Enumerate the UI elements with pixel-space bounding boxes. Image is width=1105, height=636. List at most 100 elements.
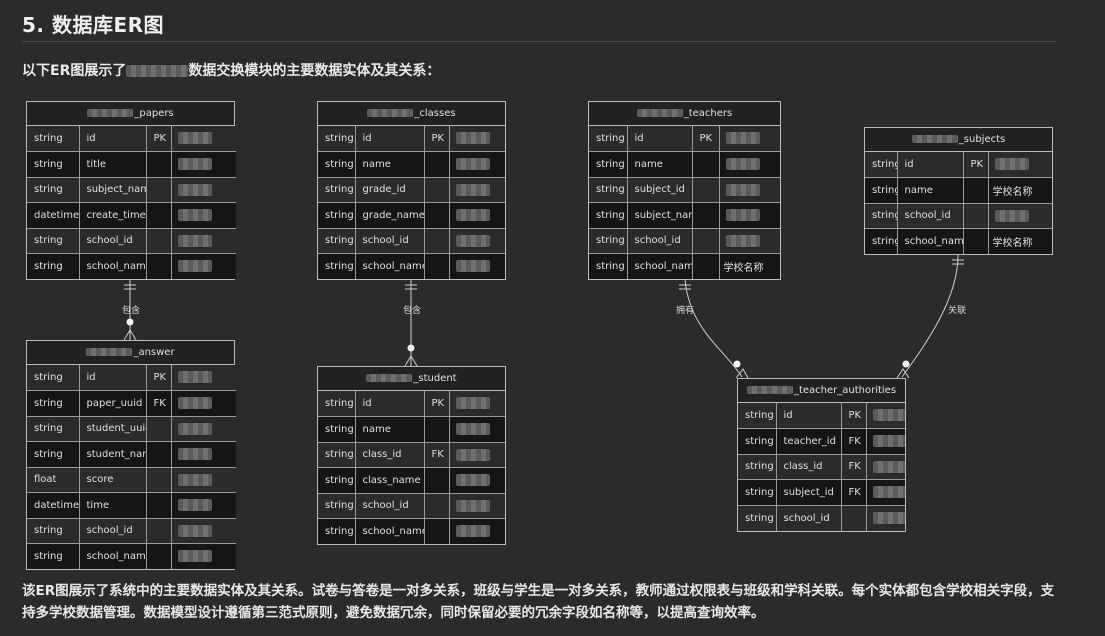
field-type: string: [27, 390, 80, 417]
entity-title: _answer: [27, 341, 234, 365]
redacted-text: [366, 374, 413, 382]
field-key: [692, 151, 720, 178]
redacted-text: [177, 499, 212, 511]
field-row: float score: [27, 467, 236, 493]
entity-name: _student: [413, 373, 457, 384]
field-key: [424, 253, 450, 279]
field-type: string: [27, 228, 80, 254]
redacted-text: [455, 397, 490, 409]
field-key: FK: [841, 454, 867, 480]
field-type: string: [738, 454, 777, 480]
field-comment: [449, 202, 505, 229]
entity-title: _papers: [27, 102, 234, 126]
relation-label: 包含: [122, 304, 140, 316]
redacted-text: [746, 386, 793, 394]
summary-text: 该ER图展示了系统中的主要数据实体及其关系。试卷与答卷是一对多关系，班级与学生是…: [22, 583, 1055, 621]
redacted-text: [455, 448, 490, 461]
redacted-text: [455, 158, 490, 170]
entity-answer[interactable]: _answer string id PK string paper_uuid FK strin…: [26, 340, 236, 570]
entity-fields: stringidPKstringname学校名称stringschool_ids…: [865, 152, 1052, 254]
entity-title: _teacher_authorities: [738, 379, 905, 403]
redacted-text: [872, 511, 905, 524]
field-comment: [171, 543, 236, 569]
field-row: stringschool_id: [318, 228, 505, 254]
field-type: string: [318, 253, 356, 279]
field-row: stringschool_id: [589, 228, 780, 254]
field-type: string: [318, 442, 356, 468]
redacted-text: [455, 260, 490, 272]
field-comment: [449, 228, 505, 254]
redacted-text: [455, 499, 490, 512]
field-comment: [719, 177, 780, 203]
field-comment: [449, 518, 505, 544]
field-type: string: [589, 177, 628, 203]
field-name: id: [355, 391, 425, 417]
field-key: [424, 177, 450, 203]
field-type: string: [27, 253, 80, 279]
field-row: stringidPK: [318, 391, 505, 417]
field-name: id: [627, 126, 693, 152]
relation-teachers-authorities: [679, 279, 749, 379]
field-row: stringschool_id: [738, 505, 905, 531]
field-key: PK: [963, 152, 989, 178]
entity-fields: stringidPKstringtitlestringsubject_named…: [27, 126, 236, 279]
field-comment: [449, 442, 505, 468]
field-key: [146, 416, 172, 442]
field-row: stringschool_name 学校名称: [865, 228, 1052, 254]
field-comment: [171, 390, 236, 417]
field-name: teacher_id: [776, 428, 842, 455]
field-comment: [171, 492, 236, 519]
field-row: stringidPK: [27, 126, 236, 152]
field-key: [424, 416, 450, 443]
field-name: subject_id: [776, 479, 842, 506]
redacted-text: [455, 183, 490, 196]
entity-teacher-authorities[interactable]: _teacher_authorities string id PK string teac…: [737, 378, 906, 532]
redacted-text: [455, 132, 490, 144]
field-key: FK: [841, 428, 867, 455]
field-name: school_name: [79, 253, 147, 279]
field-row: string subject_id: [589, 177, 780, 203]
field-row: stringschool_id: [27, 228, 236, 254]
field-key: [146, 151, 172, 178]
field-type: float: [27, 467, 80, 493]
entity-papers[interactable]: _papers string id PK string title string subjec…: [26, 101, 236, 280]
redacted-text: [872, 409, 905, 421]
field-type: string: [589, 228, 628, 254]
field-comment: [171, 518, 236, 544]
entity-student[interactable]: _student string id PK string name string class_…: [317, 366, 506, 545]
field-comment: [449, 126, 505, 152]
field-comment: [719, 202, 780, 229]
field-row: string name: [318, 151, 505, 178]
redacted-text: [725, 158, 760, 170]
entity-teachers[interactable]: _teachers string id PK string name string subje…: [588, 101, 781, 280]
redacted-text: [725, 183, 760, 196]
field-row: stringidPK: [27, 365, 236, 391]
field-row: stringschool_id: [318, 493, 505, 519]
field-name: id: [776, 403, 842, 429]
entity-name: _teacher_authorities: [793, 385, 897, 396]
field-key: [146, 253, 172, 279]
field-row: stringsubject_name: [589, 202, 780, 229]
field-key: [146, 518, 172, 544]
field-key: [424, 493, 450, 519]
redacted-text: [994, 158, 1029, 170]
field-name: paper_uuid: [79, 390, 147, 417]
entity-subjects[interactable]: _subjectsstringidPKstringname学校名称strings…: [864, 127, 1053, 255]
field-comment: [171, 365, 236, 391]
field-comment: [171, 253, 236, 279]
field-row: string class_name: [318, 467, 505, 494]
field-row: string name: [318, 416, 505, 443]
field-comment: [866, 428, 905, 455]
field-row: stringsubject_name: [27, 177, 236, 203]
field-name: name: [897, 177, 964, 204]
field-row: stringschool_id: [865, 203, 1052, 229]
field-name: subject_name: [627, 202, 693, 229]
field-type: string: [865, 152, 898, 178]
field-key: [424, 202, 450, 229]
redacted-text: [177, 550, 212, 562]
field-key: [146, 202, 172, 229]
field-row: string school_name: [318, 518, 505, 544]
redacted-text: [636, 109, 683, 117]
entity-classes[interactable]: _classes string id PK string name string grade_…: [317, 101, 506, 280]
redacted-text: [87, 109, 134, 117]
